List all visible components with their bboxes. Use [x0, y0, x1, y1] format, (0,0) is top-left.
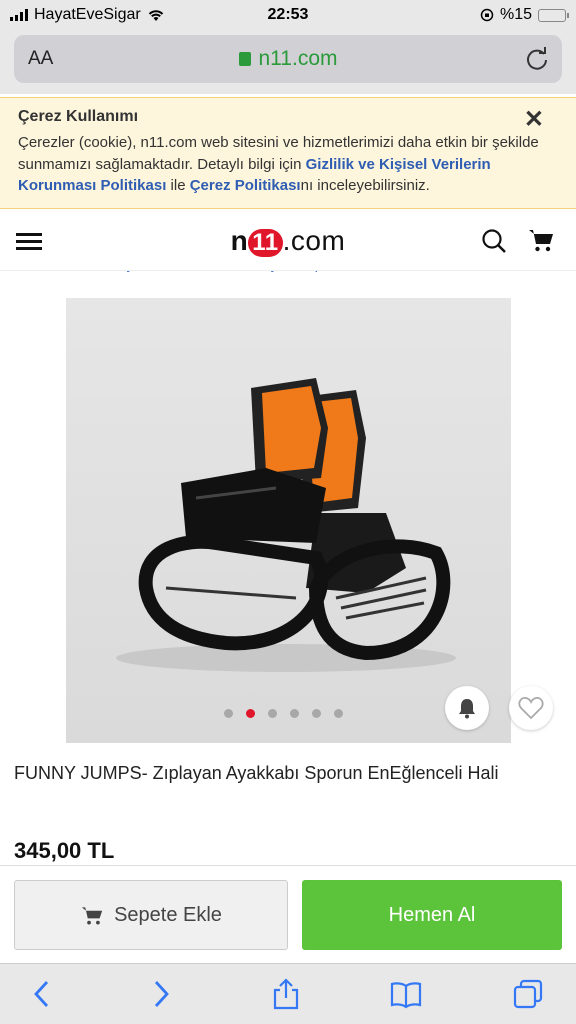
logo-n: n	[230, 225, 249, 256]
back-icon[interactable]	[26, 978, 58, 1010]
product-title: FUNNY JUMPS- Zıplayan Ayakkabı Sporun En…	[14, 763, 499, 783]
search-icon[interactable]	[480, 227, 508, 255]
price-alert-button[interactable]	[445, 686, 489, 730]
product-image[interactable]	[66, 298, 511, 743]
product-price: 345,00 TL	[14, 838, 115, 863]
buy-now-button[interactable]: Hemen Al	[302, 880, 562, 950]
share-icon[interactable]	[270, 978, 302, 1010]
purchase-action-bar: Sepete Ekle Hemen Al	[0, 865, 576, 963]
logo-com: .com	[282, 225, 346, 256]
cart-icon[interactable]	[527, 226, 555, 254]
jump-shoes-illustration	[116, 378, 456, 672]
cookie-title: Çerez Kullanımı	[18, 108, 139, 125]
add-to-cart-button[interactable]: Sepete Ekle	[14, 880, 288, 950]
orientation-lock-icon	[480, 8, 494, 22]
lock-icon	[238, 52, 251, 66]
gallery-dot[interactable]	[268, 709, 277, 718]
logo-ones: 11	[248, 229, 283, 257]
gallery-dots	[224, 709, 343, 718]
add-to-cart-label: Sepete Ekle	[114, 903, 222, 926]
cookie-text: Çerezler (cookie), n11.com web sitesini …	[18, 132, 558, 197]
tabs-icon[interactable]	[512, 978, 544, 1010]
heart-icon	[518, 697, 544, 720]
cookie-text-part2: ile	[166, 177, 190, 194]
gallery-dot[interactable]	[334, 709, 343, 718]
close-icon[interactable]: ✕	[524, 105, 544, 134]
browser-toolbar: AA n11.com	[0, 30, 576, 94]
forward-icon[interactable]	[145, 978, 177, 1010]
status-right: %15	[480, 6, 569, 24]
bell-icon	[459, 699, 475, 719]
battery-percent: %15	[499, 6, 532, 23]
gallery-dot[interactable]	[312, 709, 321, 718]
favorite-button[interactable]	[509, 686, 553, 730]
gallery-dot[interactable]	[224, 709, 233, 718]
cart-icon	[81, 907, 103, 925]
battery-icon	[538, 8, 569, 22]
url-display[interactable]: n11.com	[14, 47, 562, 71]
address-bar[interactable]: AA n11.com	[14, 35, 562, 83]
bookmarks-icon[interactable]	[390, 978, 422, 1010]
cookie-banner: Çerez Kullanımı Çerezler (cookie), n11.c…	[0, 97, 576, 209]
cookie-text-part3: nı inceleyebilirsiniz.	[300, 177, 430, 194]
reload-icon[interactable]	[524, 46, 550, 72]
domain-text: n11.com	[258, 47, 338, 70]
header-foreground: n 11 .com	[0, 209, 576, 271]
cookie-policy-link[interactable]: Çerez Politikası	[190, 177, 301, 194]
status-bar: HayatEveSigar 22:53 %15	[0, 0, 576, 30]
gallery-dot[interactable]	[290, 709, 299, 718]
browser-bottom-bar	[0, 963, 576, 1024]
gallery-dot[interactable]	[246, 709, 255, 718]
